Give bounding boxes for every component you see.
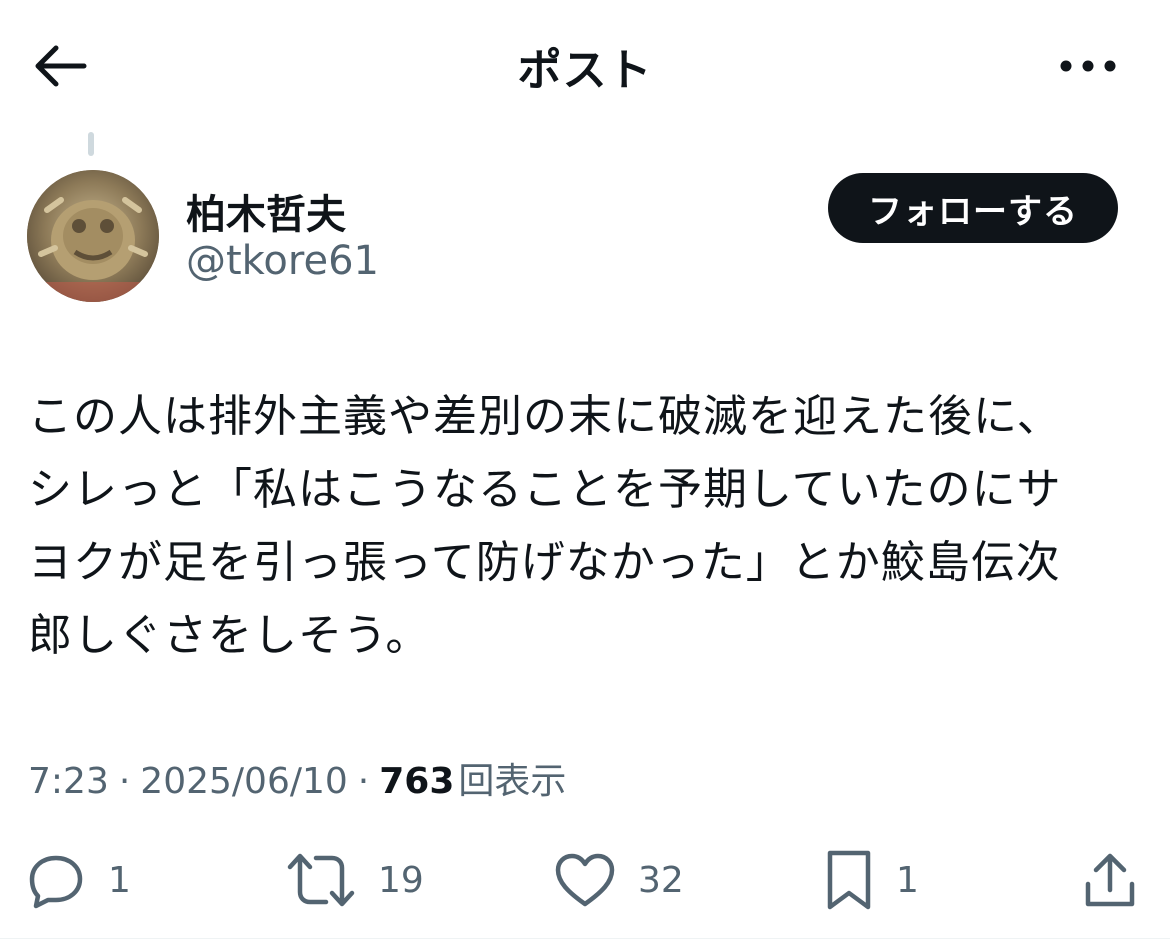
author-name[interactable]: 柏木哲夫 bbox=[186, 182, 346, 240]
post-text-line: この人は排外主義や差別の末に破滅を迎えた後に、 bbox=[28, 391, 1062, 442]
bookmark-icon bbox=[827, 850, 871, 910]
author-handle[interactable]: @tkore61 bbox=[186, 238, 379, 284]
post-date[interactable]: 2025/06/10 bbox=[140, 761, 348, 802]
reply-count: 1 bbox=[108, 859, 131, 901]
thread-connector-line bbox=[88, 132, 94, 156]
repost-icon bbox=[287, 853, 355, 907]
views-label[interactable]: 回表示 bbox=[458, 752, 566, 804]
like-count: 32 bbox=[638, 859, 684, 901]
author-avatar[interactable] bbox=[27, 170, 159, 302]
repost-count: 19 bbox=[378, 859, 424, 901]
bookmark-button[interactable]: 1 bbox=[824, 838, 919, 922]
share-icon bbox=[1085, 853, 1135, 907]
like-button[interactable]: 32 bbox=[554, 838, 684, 922]
post-metadata: 7:23 · 2025/06/10 · 763 回表示 bbox=[28, 752, 566, 804]
bookmark-count: 1 bbox=[896, 859, 919, 901]
meta-separator: · bbox=[118, 761, 131, 802]
reply-button[interactable]: 1 bbox=[26, 838, 131, 922]
post-text-line: 郎しぐさをしそう。 bbox=[28, 610, 431, 661]
meta-separator: · bbox=[357, 761, 370, 802]
views-count[interactable]: 763 bbox=[379, 761, 454, 802]
post-text: この人は排外主義や差別の末に破滅を迎えた後に、 シレっと「私はこうなることを予期… bbox=[28, 380, 1140, 672]
post-text-line: シレっと「私はこうなることを予期していたのにサ bbox=[28, 464, 1062, 515]
top-bar: ポスト bbox=[0, 0, 1170, 130]
heart-icon bbox=[555, 853, 615, 907]
share-button[interactable] bbox=[1082, 838, 1138, 922]
post-text-line: ヨクが足を引っ張って防げなかった」とか鮫島伝次 bbox=[28, 537, 1061, 588]
divider bbox=[0, 938, 1170, 939]
post-time[interactable]: 7:23 bbox=[28, 761, 109, 802]
reply-icon bbox=[29, 855, 83, 909]
page-title: ポスト bbox=[517, 45, 653, 96]
action-bar: 1 19 32 1 bbox=[0, 838, 1170, 922]
more-options-button[interactable] bbox=[1048, 40, 1128, 92]
repost-button[interactable]: 19 bbox=[286, 838, 424, 922]
more-horizontal-icon bbox=[1060, 60, 1116, 72]
follow-button[interactable]: フォローする bbox=[828, 173, 1118, 243]
avatar-image bbox=[27, 170, 159, 302]
